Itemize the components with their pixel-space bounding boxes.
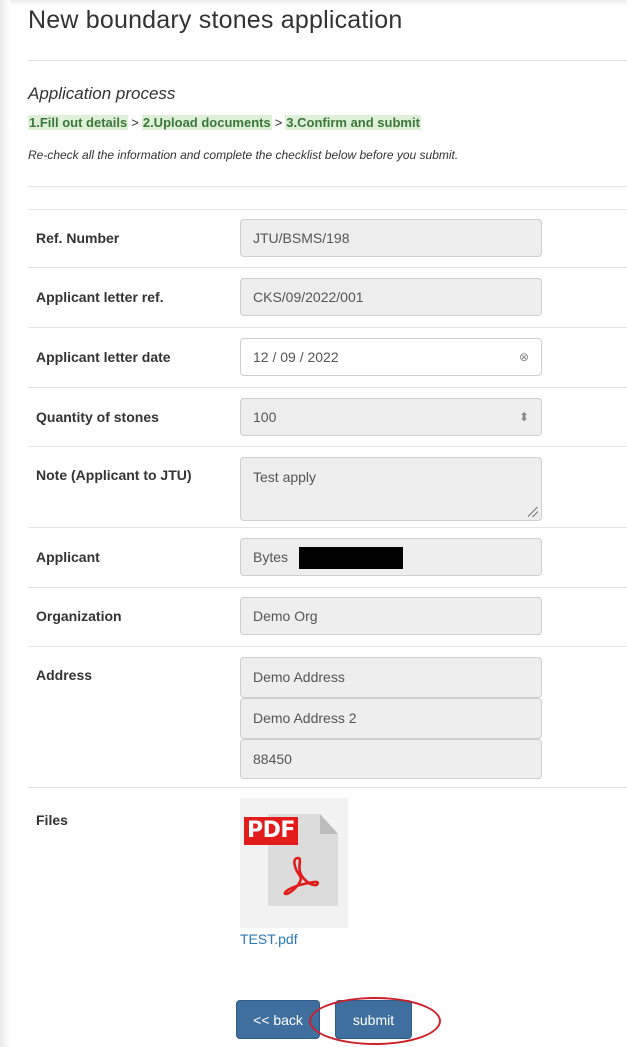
divider [28, 587, 627, 588]
step-separator: > [131, 115, 139, 130]
step-separator: > [274, 115, 283, 130]
step-fill-details: 1.Fill out details [28, 115, 129, 130]
quantity-label: Quantity of stones [36, 409, 159, 425]
divider [28, 527, 627, 528]
annotation-ring [309, 997, 441, 1045]
stepper-arrows-icon[interactable]: ⬍ [519, 399, 529, 435]
note-value: Test apply [253, 469, 317, 485]
divider [28, 60, 627, 61]
ref-number-field[interactable]: JTU/BSMS/198 [240, 219, 542, 257]
page: New boundary stones application Applicat… [0, 0, 627, 1047]
step-upload-documents: 2.Upload documents [141, 115, 272, 130]
clear-date-icon[interactable]: ⊗ [519, 339, 529, 375]
note-textarea[interactable]: Test apply [240, 457, 542, 521]
pdf-file-icon[interactable]: PDF [240, 798, 348, 928]
process-steps: 1.Fill out details >2.Upload documents >3.… [28, 115, 421, 130]
postcode-field[interactable]: 88450 [240, 739, 542, 779]
pdf-page-fold [320, 814, 338, 834]
divider [28, 646, 627, 647]
divider [28, 327, 627, 328]
instruction-text: Re-check all the information and complet… [28, 148, 459, 162]
back-button[interactable]: << back [236, 1000, 320, 1039]
quantity-stepper[interactable]: 100 ⬍ [240, 398, 542, 436]
divider [28, 787, 627, 788]
letter-ref-field[interactable]: CKS/09/2022/001 [240, 278, 542, 316]
resize-handle-icon[interactable] [528, 507, 538, 517]
quantity-value: 100 [253, 409, 277, 425]
divider [28, 186, 627, 187]
applicant-label: Applicant [36, 549, 100, 565]
address-label: Address [36, 667, 93, 683]
address-line2-field[interactable]: Demo Address 2 [240, 698, 542, 739]
ref-number-label: Ref. Number [36, 230, 120, 246]
file-link-test-pdf[interactable]: TEST.pdf [240, 931, 298, 947]
letter-date-label: Applicant letter date [36, 349, 171, 365]
organization-field[interactable]: Demo Org [240, 597, 542, 635]
page-title: New boundary stones application [28, 6, 403, 34]
files-label: Files [36, 812, 68, 828]
letter-date-value: 12 / 09 / 2022 [253, 349, 339, 365]
step-confirm-submit: 3.Confirm and submit [285, 115, 421, 130]
divider [28, 446, 627, 447]
acrobat-logo-icon [283, 856, 320, 896]
note-label: Note (Applicant to JTU) [36, 467, 192, 483]
pdf-badge: PDF [244, 817, 298, 845]
letter-date-field[interactable]: 12 / 09 / 2022 ⊗ [240, 338, 542, 376]
process-title: Application process [28, 84, 176, 103]
address-line1-field[interactable]: Demo Address [240, 657, 542, 698]
redaction-block [299, 547, 403, 569]
organization-label: Organization [36, 608, 122, 624]
divider [28, 209, 627, 210]
letter-ref-label: Applicant letter ref. [36, 289, 164, 305]
left-edge-shadow [0, 0, 10, 1047]
divider [28, 387, 627, 388]
divider [28, 267, 627, 268]
